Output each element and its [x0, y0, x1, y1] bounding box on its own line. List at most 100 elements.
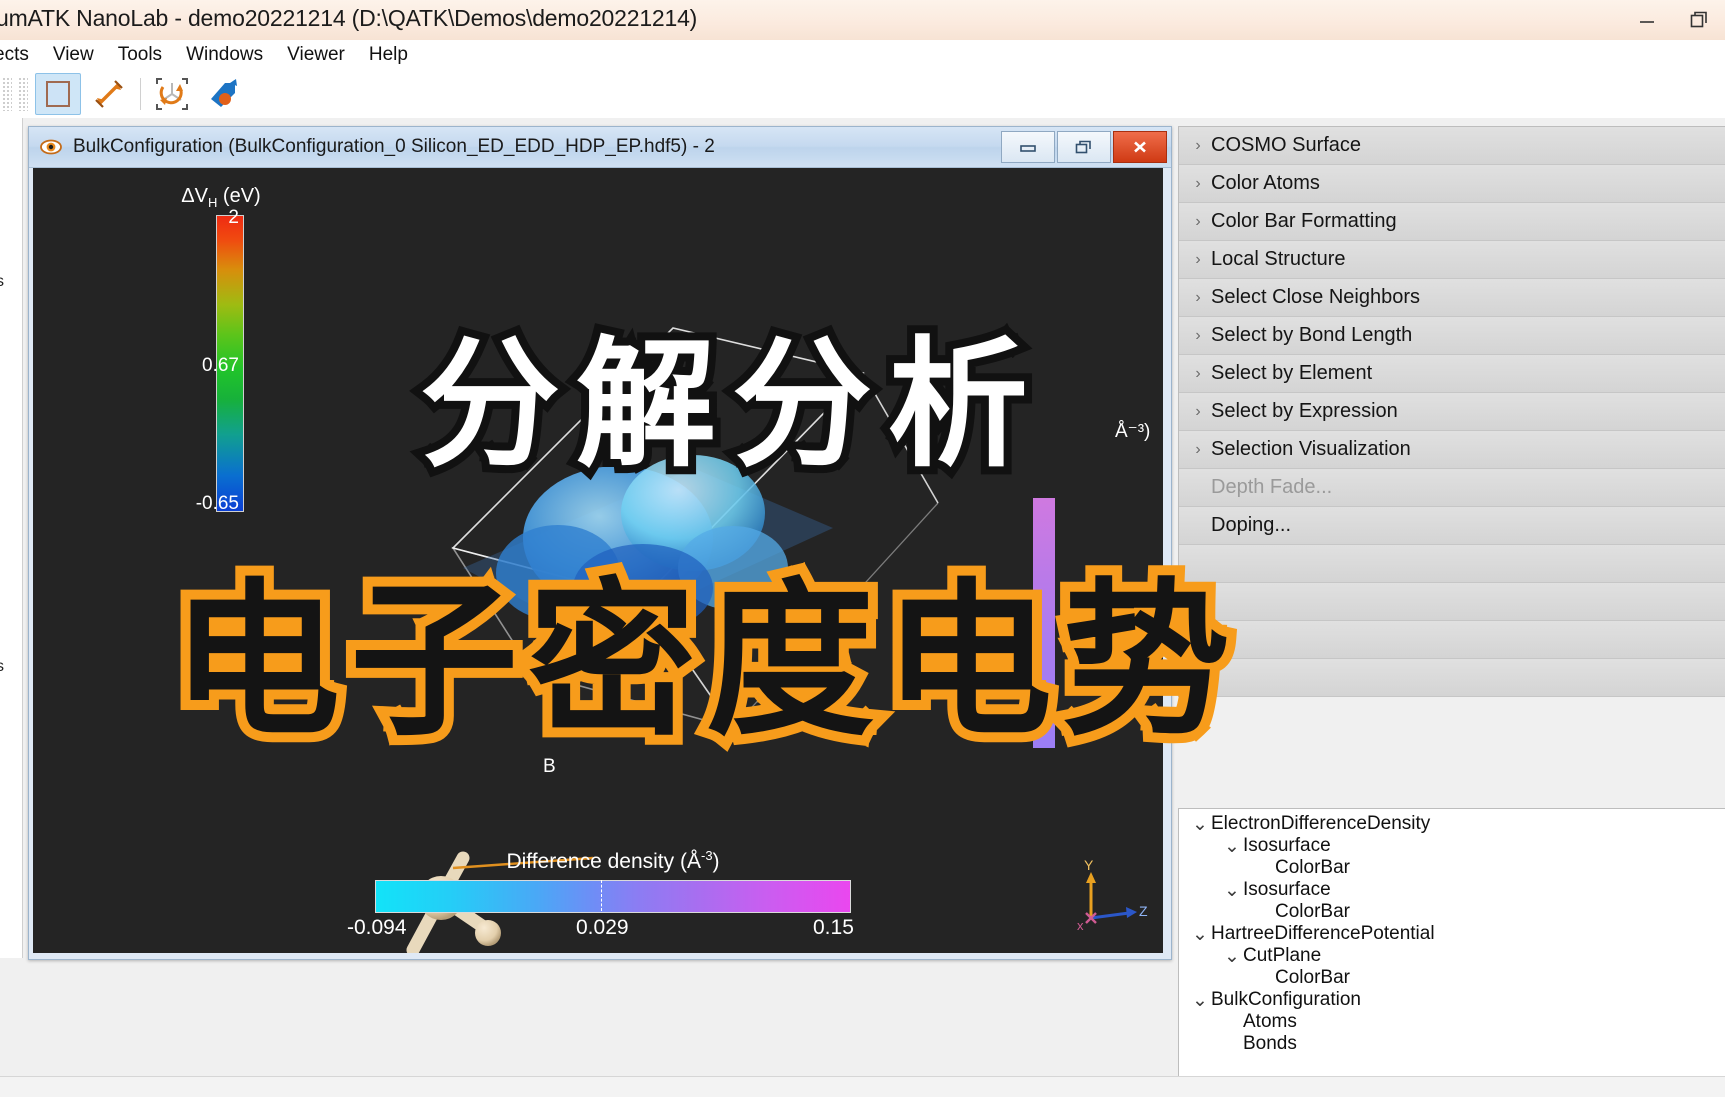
rectangle-select-icon: [46, 81, 70, 107]
mdi-child-window: BulkConfiguration (BulkConfiguration_0 S…: [28, 126, 1172, 960]
tree-row[interactable]: ColorBar: [1179, 967, 1725, 989]
svg-text:Z: Z: [1139, 903, 1148, 919]
panel-item-local-structure[interactable]: › Local Structure: [1179, 241, 1725, 279]
panel-item-select-close-neighbors[interactable]: › Select Close Neighbors: [1179, 279, 1725, 317]
restore-icon: [1690, 11, 1707, 28]
chevron-down-icon[interactable]: ⌄: [1221, 945, 1243, 968]
toolbar: [0, 70, 1725, 119]
svg-text:Y: Y: [1084, 858, 1094, 873]
tree-item-label: Isosurface: [1243, 835, 1331, 856]
tree-row[interactable]: ⌄ Isosurface: [1179, 879, 1725, 901]
mdi-title-bar[interactable]: BulkConfiguration (BulkConfiguration_0 S…: [29, 127, 1171, 168]
mdi-minimize-button[interactable]: [1001, 131, 1055, 163]
panel-item-depth-fade: Depth Fade...: [1179, 469, 1725, 507]
chevron-right-icon: ›: [1195, 212, 1201, 230]
secondary-colorbar-unit: Å⁻³): [1115, 421, 1151, 442]
chevron-down-icon[interactable]: ⌄: [1189, 813, 1211, 836]
colorbar-title-unit: (eV): [217, 185, 261, 207]
hbar-tick-max: 0.15: [813, 916, 854, 939]
rotate-view-tool-button[interactable]: [150, 74, 194, 114]
panel-item-cosmo-surface[interactable]: › COSMO Surface: [1179, 127, 1725, 165]
panel-item-doping[interactable]: Doping...: [1179, 507, 1725, 545]
toolbar-grip[interactable]: [2, 77, 12, 111]
chevron-down-icon[interactable]: ⌄: [1221, 879, 1243, 902]
tree-item-label: HartreeDifferencePotential: [1211, 923, 1435, 944]
tree-row[interactable]: ⌄ HartreeDifferencePotential: [1179, 923, 1725, 945]
chevron-down-icon[interactable]: ⌄: [1189, 923, 1211, 946]
tree-item-label: Bonds: [1243, 1033, 1297, 1054]
tree-row[interactable]: ⌄ Isosurface: [1179, 835, 1725, 857]
tree-row[interactable]: Bonds: [1179, 1033, 1725, 1055]
menu-item-tools[interactable]: Tools: [106, 44, 174, 66]
mdi-restore-button[interactable]: [1057, 131, 1111, 163]
panel-item-label: Color Atoms: [1211, 172, 1320, 194]
restore-button[interactable]: [1673, 0, 1725, 40]
close-icon: [1134, 141, 1146, 153]
left-panel-strip[interactable]: s s: [0, 118, 23, 958]
colorbar-tick-mid: 0.67: [202, 355, 239, 376]
panel-item-color-bar-formatting[interactable]: › Color Bar Formatting: [1179, 203, 1725, 241]
tree-item-label: BulkConfiguration: [1211, 989, 1361, 1010]
toolbar-grip-2[interactable]: [18, 77, 28, 111]
menu-item-view[interactable]: View: [41, 44, 106, 66]
object-tree[interactable]: ⌄ ElectronDifferenceDensity ⌄ Isosurface…: [1178, 808, 1725, 1082]
colorbar-title: ΔVH (eV): [151, 185, 291, 210]
hbar-gradient: [375, 880, 851, 913]
title-bar: umATK NanoLab - demo20221214 (D:\QATK\De…: [0, 0, 1725, 41]
panel-item-select-by-expression[interactable]: › Select by Expression: [1179, 393, 1725, 431]
mdi-close-button[interactable]: [1113, 131, 1167, 163]
tree-item-label: ColorBar: [1275, 901, 1350, 922]
panel-item-label: Select by Element: [1211, 362, 1373, 384]
panel-item-label: Select by Expression: [1211, 400, 1398, 422]
menu-item-projects[interactable]: ects: [0, 44, 41, 66]
tree-row[interactable]: ⌄ CutPlane: [1179, 945, 1725, 967]
panel-item-blank-2[interactable]: [1179, 583, 1725, 621]
chevron-down-icon[interactable]: ⌄: [1221, 835, 1243, 858]
panel-item-blank-1[interactable]: [1179, 545, 1725, 583]
select-rectangle-tool-button[interactable]: [35, 73, 81, 115]
measure-distance-tool-button[interactable]: [87, 74, 131, 114]
chevron-right-icon: ›: [1195, 326, 1201, 344]
minimize-button[interactable]: [1621, 0, 1673, 40]
panel-item-blank-4[interactable]: [1179, 659, 1725, 697]
hbar-midline: [601, 880, 603, 911]
panel-item-select-by-element[interactable]: › Select by Element: [1179, 355, 1725, 393]
panel-item-label: Depth Fade...: [1211, 476, 1333, 498]
chevron-right-icon: ›: [1195, 174, 1201, 192]
rotate-axes-icon: [156, 78, 188, 110]
mdi-window-title: BulkConfiguration (BulkConfiguration_0 S…: [73, 136, 715, 157]
menu-item-windows[interactable]: Windows: [174, 44, 275, 66]
window-controls: [1621, 0, 1725, 40]
tree-row[interactable]: ⌄ BulkConfiguration: [1179, 989, 1725, 1011]
menu-bar: ects View Tools Windows Viewer Help: [0, 40, 1725, 70]
status-bar: [0, 1076, 1725, 1097]
left-strip-text-2: s: [0, 658, 4, 675]
panel-item-select-by-bond-length[interactable]: › Select by Bond Length: [1179, 317, 1725, 355]
tag-atom-tool-button[interactable]: [200, 74, 244, 114]
hbar-tick-mid: 0.029: [576, 916, 629, 939]
tree-row[interactable]: ⌄ ElectronDifferenceDensity: [1179, 813, 1725, 835]
tree-row[interactable]: ColorBar: [1179, 857, 1725, 879]
tree-item-label: ColorBar: [1275, 967, 1350, 988]
colorbar-title-sub: H: [207, 195, 218, 210]
tree-item-label: Isosurface: [1243, 879, 1331, 900]
menu-item-viewer[interactable]: Viewer: [275, 44, 357, 66]
chevron-down-icon[interactable]: ⌄: [1189, 989, 1211, 1012]
chevron-right-icon: ›: [1195, 364, 1201, 382]
toolbar-separator: [140, 78, 141, 110]
panel-item-blank-3[interactable]: [1179, 621, 1725, 659]
menu-item-help[interactable]: Help: [357, 44, 420, 66]
tree-row[interactable]: ColorBar: [1179, 901, 1725, 923]
3d-viewport[interactable]: ΔVH (eV) 2 0.67 -0.65 Å⁻³) 29 B Differen…: [33, 168, 1163, 953]
hbar-tick-min: -0.094: [347, 916, 407, 939]
tag-pin-icon: [211, 79, 237, 107]
tree-item-label: CutPlane: [1243, 945, 1322, 966]
tree-row[interactable]: Atoms: [1179, 1011, 1725, 1033]
panel-item-label: Color Bar Formatting: [1211, 210, 1397, 232]
eye-visibility-icon[interactable]: [39, 135, 63, 159]
colorbar-tick-min: -0.65: [195, 493, 239, 514]
panel-item-color-atoms[interactable]: › Color Atoms: [1179, 165, 1725, 203]
panel-item-label: Local Structure: [1211, 248, 1346, 270]
panel-item-selection-visualization[interactable]: › Selection Visualization: [1179, 431, 1725, 469]
svg-text:x: x: [1077, 918, 1084, 933]
